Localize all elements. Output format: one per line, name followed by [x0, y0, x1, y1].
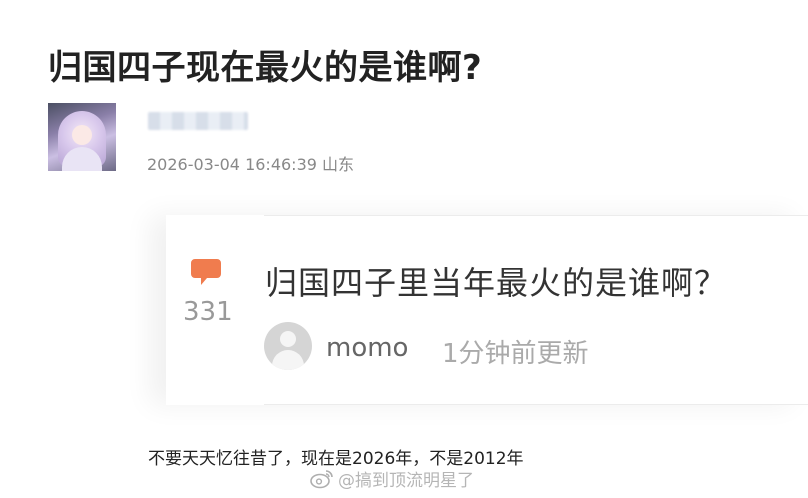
page-title: 归国四子现在最火的是谁啊? [48, 48, 483, 88]
author-name[interactable]: momo [326, 333, 408, 363]
poster-avatar[interactable] [48, 103, 116, 171]
updated-time: 1分钟前更新 [442, 339, 589, 369]
embedded-question-card[interactable] [166, 215, 808, 405]
speech-bubble-icon[interactable] [190, 258, 222, 286]
weibo-logo-icon [310, 469, 333, 488]
watermark: @搞到顶流明星了 [310, 466, 474, 491]
comment-count: 331 [183, 297, 233, 327]
card-divider-top [264, 215, 808, 216]
watermark-text: @搞到顶流明星了 [338, 471, 474, 491]
card-divider-bottom [264, 404, 808, 405]
post-timestamp-location: 2026-03-04 16:46:39 山东 [147, 155, 355, 174]
author-avatar[interactable] [264, 322, 312, 370]
poster-username-blurred[interactable] [148, 112, 248, 130]
question-title[interactable]: 归国四子里当年最火的是谁啊？ [265, 258, 727, 304]
